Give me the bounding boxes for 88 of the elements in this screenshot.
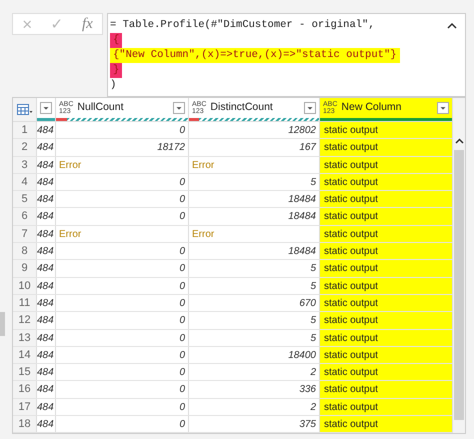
row-number: 14: [13, 346, 37, 364]
row-number: 12: [13, 312, 37, 329]
table-cell: 484: [37, 139, 56, 156]
table-cell: 0: [56, 364, 189, 380]
table-cell: 0: [56, 243, 189, 260]
table-cell: 484: [37, 330, 56, 346]
table-cell: static output: [320, 330, 453, 346]
row-number: 4: [13, 174, 37, 190]
scrollbar-thumb[interactable]: [454, 150, 464, 420]
fx-button[interactable]: fx: [82, 16, 93, 32]
row-number: 15: [13, 364, 37, 380]
row-number: 11: [13, 294, 37, 312]
table-cell: 18172: [56, 139, 189, 156]
dropdown-icon[interactable]: [437, 102, 449, 114]
table-cell: 484: [37, 174, 56, 190]
row-number: 1: [13, 122, 37, 138]
table-cell: 0: [56, 174, 189, 190]
dropdown-icon[interactable]: [173, 102, 185, 114]
table-cell: 484: [37, 226, 56, 242]
table-cell: 0: [56, 416, 189, 432]
table-cell: 0: [56, 381, 189, 398]
scroll-up-icon[interactable]: [454, 138, 464, 144]
table-cell: static output: [320, 294, 453, 312]
row-number: 18: [13, 416, 37, 432]
table-menu-icon[interactable]: [16, 104, 32, 116]
table-cell: 484: [37, 416, 56, 432]
table-cell: 484: [37, 346, 56, 364]
table-cell: static output: [320, 260, 453, 277]
column-header[interactable]: NullCount: [77, 100, 169, 116]
table-cell: static output: [320, 416, 453, 432]
table-cell: static output: [320, 364, 453, 380]
dropdown-icon[interactable]: [304, 102, 316, 114]
table-cell: Error: [56, 226, 189, 242]
table-cell: 0: [56, 294, 189, 312]
table-cell: static output: [320, 278, 453, 294]
row-number: 8: [13, 243, 37, 260]
row-number: 10: [13, 278, 37, 294]
row-number: 2: [13, 139, 37, 156]
table-cell: Error: [56, 156, 189, 173]
formula-line: ): [110, 78, 116, 93]
table-cell: 484: [37, 278, 56, 294]
table-cell: 484: [37, 312, 56, 329]
table-cell: 484: [37, 208, 56, 225]
table-cell: static output: [320, 139, 453, 156]
table-cell: 484: [37, 294, 56, 312]
table-cell: 0: [56, 312, 189, 329]
table-cell: static output: [320, 174, 453, 190]
table-cell: 0: [56, 330, 189, 346]
table-cell: 0: [56, 346, 189, 364]
column-header[interactable]: DistinctCount: [210, 100, 300, 116]
table-cell: static output: [320, 381, 453, 398]
table-cell: 484: [37, 364, 56, 380]
table-cell: 0: [56, 398, 189, 416]
table-cell: 484: [37, 191, 56, 208]
table-cell: 0: [56, 208, 189, 225]
table-cell: 484: [37, 243, 56, 260]
table-cell: 0: [56, 278, 189, 294]
column-header[interactable]: New Column: [341, 100, 433, 116]
table-cell: 0: [56, 122, 189, 138]
row-number: 16: [13, 381, 37, 398]
row-number: 9: [13, 260, 37, 277]
collapse-icon[interactable]: [447, 22, 457, 29]
table-cell: static output: [320, 398, 453, 416]
row-number: 6: [13, 208, 37, 225]
table-cell: static output: [320, 122, 453, 138]
row-number: 13: [13, 330, 37, 346]
table-cell: static output: [320, 208, 453, 225]
splitter-handle[interactable]: [0, 312, 5, 336]
formula-field[interactable]: = Table.Profile(#"DimCustomer - original", { {"New Column",(x)=>true,(x)=>"static output"} } ): [107, 13, 466, 97]
table-cell: 0: [56, 191, 189, 208]
table-cell: 484: [37, 381, 56, 398]
table-cell: static output: [320, 191, 453, 208]
row-number: 17: [13, 398, 37, 416]
dropdown-icon[interactable]: [40, 102, 52, 114]
table-cell: 484: [37, 122, 56, 138]
table-cell: static output: [320, 226, 453, 242]
table-cell: 484: [37, 156, 56, 173]
formula-line: = Table.Profile(#"DimCustomer - original",: [110, 18, 375, 33]
row-number: 5: [13, 191, 37, 208]
table-cell: static output: [320, 346, 453, 364]
table-cell: 484: [37, 260, 56, 277]
table-cell: 0: [56, 260, 189, 277]
table-cell: static output: [320, 243, 453, 260]
table-cell: 484: [37, 398, 56, 416]
row-number: 7: [13, 226, 37, 242]
table-cell: static output: [320, 312, 453, 329]
row-number: 3: [13, 156, 37, 173]
table-cell: static output: [320, 156, 453, 173]
